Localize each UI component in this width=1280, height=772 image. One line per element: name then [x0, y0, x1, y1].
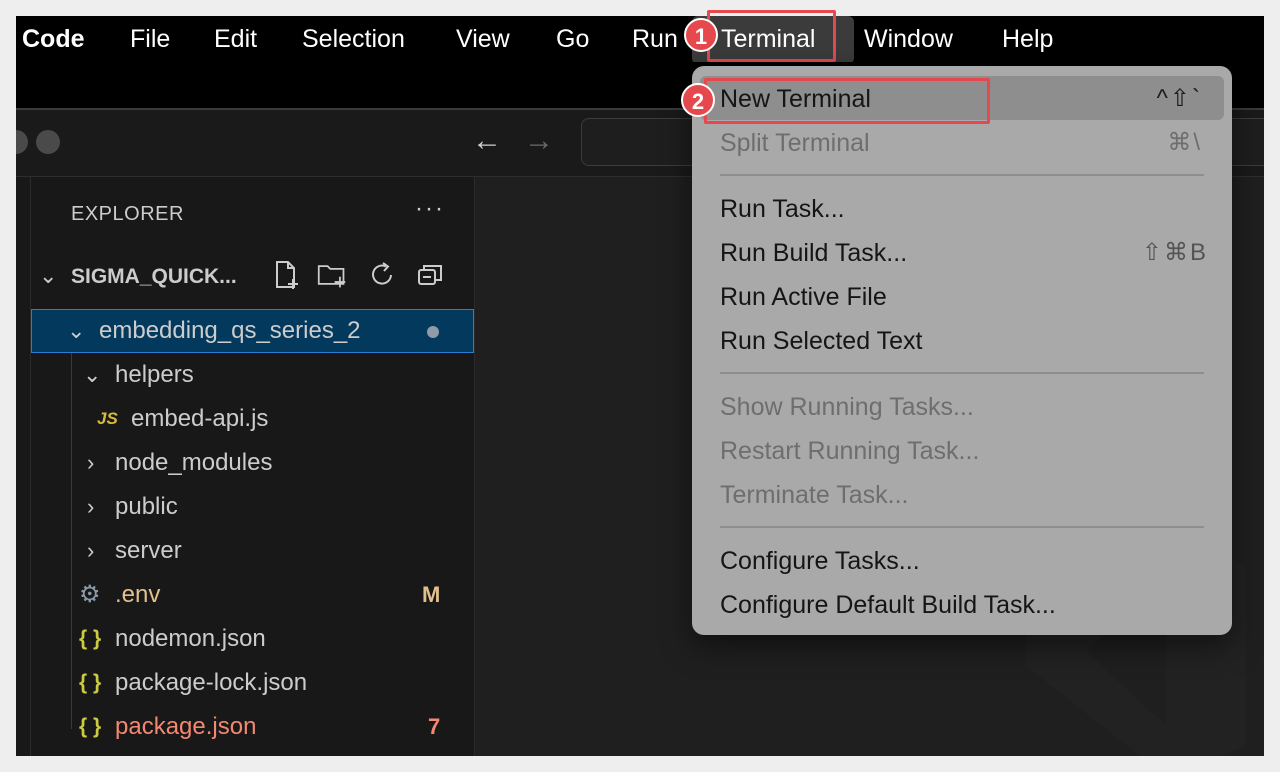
menu-bar: Code File Edit Selection View Go Run Ter…: [16, 16, 1264, 64]
chevron-down-icon: ⌄: [39, 263, 58, 288]
menu-item-configure-default-build-task[interactable]: Configure Default Build Task...: [692, 582, 1232, 626]
menu-item-shortcut: ⇧⌘B: [1141, 239, 1208, 266]
collapse-all-icon[interactable]: [415, 259, 445, 291]
explorer-title: EXPLORER: [71, 203, 184, 225]
step-2-highlight: [704, 78, 990, 124]
gear-icon: ⚙: [79, 581, 101, 608]
menu-item-label: Configure Tasks...: [720, 547, 920, 575]
refresh-icon[interactable]: [367, 259, 397, 291]
problems-count-badge: 7: [428, 714, 441, 739]
explorer-sidebar: EXPLORER ··· ⌄ SIGMA_QUICK... ⌄ embeddin…: [31, 177, 475, 756]
menu-item-run-task[interactable]: Run Task...: [692, 186, 1232, 230]
tree-item-label: node_modules: [115, 449, 273, 476]
activity-bar: [16, 177, 31, 756]
menu-item-show-running-tasks: Show Running Tasks...: [692, 384, 1232, 428]
chevron-right-icon: ›: [87, 538, 95, 563]
git-modified-badge: M: [422, 582, 441, 607]
menu-item-label: Run Active File: [720, 283, 887, 311]
tree-file-package-lock-json[interactable]: { } package-lock.json: [31, 661, 474, 705]
menu-selection[interactable]: Selection: [302, 24, 405, 54]
tree-file-env[interactable]: ⚙ .env M: [31, 573, 474, 617]
javascript-file-icon: JS: [97, 409, 118, 428]
menu-item-restart-running-task: Restart Running Task...: [692, 428, 1232, 472]
chevron-right-icon: ›: [87, 494, 95, 519]
terminal-dropdown-menu: New Terminal ^⇧` Split Terminal ⌘\ Run T…: [692, 66, 1232, 635]
step-1-badge: 1: [684, 18, 718, 52]
menu-item-shortcut: ⌘\: [1167, 129, 1202, 156]
new-folder-icon[interactable]: [317, 259, 347, 291]
tree-item-label: package-lock.json: [115, 669, 308, 696]
tree-item-label: .env: [115, 581, 161, 608]
tree-file-nodemon-json[interactable]: { } nodemon.json: [31, 617, 474, 661]
tree-folder-public[interactable]: › public: [31, 485, 474, 529]
workspace-name: SIGMA_QUICK...: [71, 265, 237, 288]
menu-item-terminate-task: Terminate Task...: [692, 472, 1232, 516]
tree-item-label: public: [115, 493, 178, 520]
tree-item-label: embed-api.js: [131, 405, 269, 432]
chevron-right-icon: ›: [87, 450, 95, 475]
menu-go[interactable]: Go: [556, 24, 589, 54]
tree-file-package-json[interactable]: { } package.json 7: [31, 705, 474, 749]
menu-item-shortcut: ^⇧`: [1156, 85, 1202, 112]
tree-item-label: helpers: [115, 361, 194, 388]
window-control-dot[interactable]: [16, 130, 28, 154]
step-2-badge: 2: [681, 83, 715, 117]
menu-run[interactable]: Run: [632, 24, 678, 54]
menu-item-run-selected-text[interactable]: Run Selected Text: [692, 318, 1232, 362]
menu-item-label: Split Terminal: [720, 129, 870, 157]
tree-item-label: server: [115, 537, 182, 564]
json-file-icon: { }: [79, 715, 102, 738]
json-file-icon: { }: [79, 671, 102, 694]
step-1-highlight: [707, 10, 836, 62]
chevron-down-icon: ⌄: [83, 362, 102, 387]
menu-item-run-build-task[interactable]: Run Build Task... ⇧⌘B: [692, 230, 1232, 274]
chevron-down-icon: ⌄: [67, 318, 86, 343]
menu-view[interactable]: View: [456, 24, 510, 54]
menu-separator: [720, 174, 1204, 176]
menu-separator: [720, 526, 1204, 528]
menu-item-run-active-file[interactable]: Run Active File: [692, 274, 1232, 318]
menu-item-label: Configure Default Build Task...: [720, 591, 1056, 619]
new-file-icon[interactable]: [271, 259, 301, 291]
more-actions-icon[interactable]: ···: [415, 195, 445, 223]
menu-item-label: Run Build Task...: [720, 239, 908, 267]
arrow-left-icon[interactable]: ←: [472, 124, 502, 158]
tree-folder-embedding-qs-series-2[interactable]: ⌄ embedding_qs_series_2: [31, 309, 474, 353]
menu-item-split-terminal: Split Terminal ⌘\: [692, 120, 1232, 164]
modified-dot-badge: [427, 326, 439, 338]
menu-file[interactable]: File: [130, 24, 170, 54]
menu-item-label: Restart Running Task...: [720, 437, 980, 465]
tree-folder-helpers[interactable]: ⌄ helpers: [31, 353, 474, 397]
menu-item-label: Terminate Task...: [720, 481, 909, 509]
window-control-dot[interactable]: [36, 130, 60, 154]
tree-item-label: nodemon.json: [115, 625, 266, 652]
menu-edit[interactable]: Edit: [214, 24, 257, 54]
menu-help[interactable]: Help: [1002, 24, 1053, 54]
arrow-right-icon[interactable]: →: [524, 124, 554, 158]
tree-item-label: embedding_qs_series_2: [99, 317, 361, 344]
menu-window[interactable]: Window: [864, 24, 953, 54]
tree-item-label: package.json: [115, 713, 257, 740]
menu-item-label: Show Running Tasks...: [720, 393, 974, 421]
menu-item-configure-tasks[interactable]: Configure Tasks...: [692, 538, 1232, 582]
tree-folder-server[interactable]: › server: [31, 529, 474, 573]
json-file-icon: { }: [79, 627, 102, 650]
menu-item-label: Run Task...: [720, 195, 845, 223]
menu-code[interactable]: Code: [22, 24, 85, 54]
menu-item-label: Run Selected Text: [720, 327, 923, 355]
tree-file-embed-api-js[interactable]: JS embed-api.js: [31, 397, 474, 441]
workspace-section-header[interactable]: ⌄ SIGMA_QUICK...: [31, 257, 474, 297]
menu-separator: [720, 372, 1204, 374]
tree-folder-node-modules[interactable]: › node_modules: [31, 441, 474, 485]
